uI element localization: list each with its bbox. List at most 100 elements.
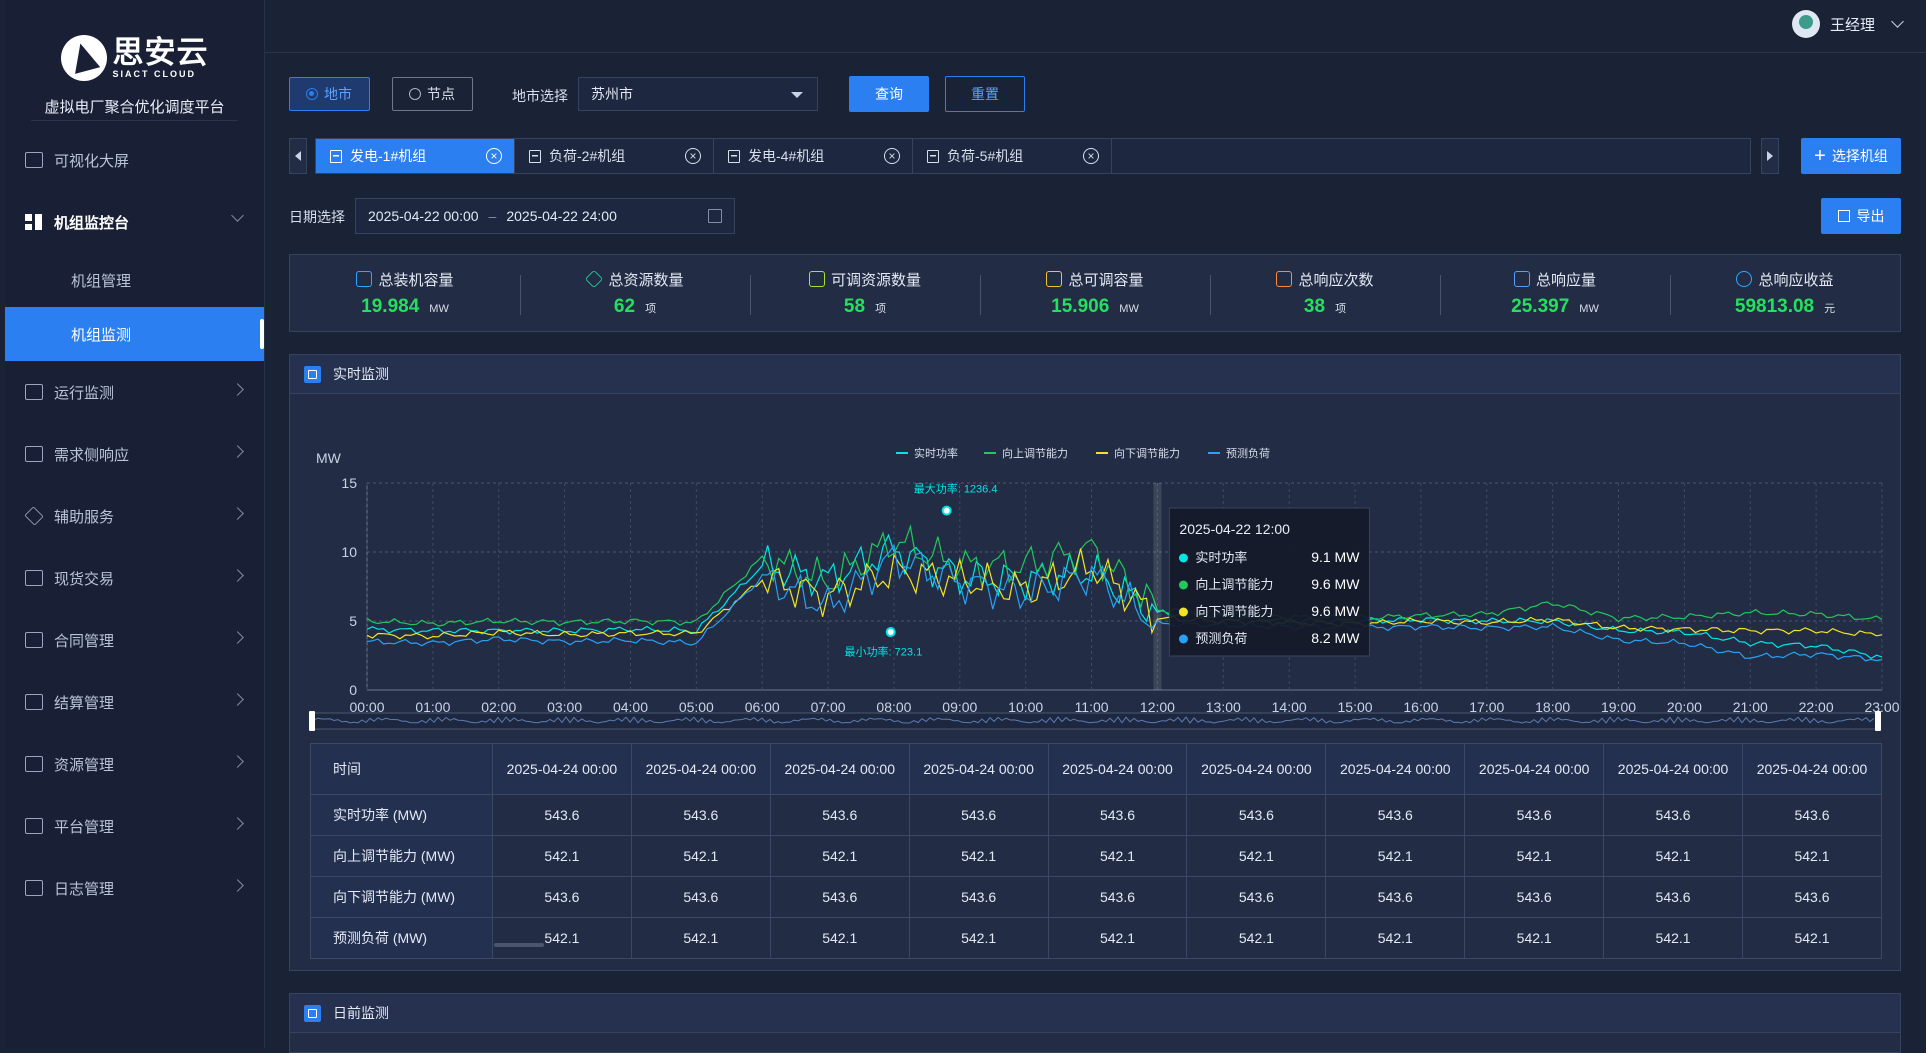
table-cell: 543.6: [630, 794, 771, 836]
close-icon[interactable]: ×: [884, 148, 900, 164]
doc-chart-icon: [25, 446, 43, 462]
sidebar-item-spot-trading[interactable]: 现货交易: [5, 547, 264, 609]
stat-response-count: 总响应次数 38 项: [1210, 255, 1440, 331]
table-cell: 543.6: [1603, 794, 1744, 836]
stat-value: 19.984: [361, 295, 420, 317]
table-cell: 543.6: [1325, 876, 1466, 918]
table-cell: 542.1: [1186, 835, 1327, 877]
legend-label: 向上调节能力: [1002, 446, 1068, 460]
calendar-icon: [1046, 271, 1063, 287]
sidebar-item-operation-monitoring[interactable]: 运行监测: [5, 361, 264, 423]
user-menu[interactable]: 王经理: [1791, 10, 1904, 38]
logo-subtext: SIACT CLOUD: [112, 69, 196, 79]
city-select-value: 苏州市: [591, 86, 633, 102]
stat-unit: 元: [1824, 302, 1836, 315]
y-tick-label: 10: [341, 544, 357, 560]
sidebar-item-dashboard[interactable]: 可视化大屏: [5, 129, 264, 191]
stat-unit: MW: [1119, 302, 1139, 315]
folder-icon: [25, 756, 43, 772]
radio-node-label: 节点: [427, 86, 455, 102]
sidebar-item-ancillary-service[interactable]: 辅助服务: [5, 485, 264, 547]
hover-indicator: [1153, 483, 1162, 690]
stat-unit: MW: [1579, 302, 1599, 315]
select-unit-button[interactable]: + 选择机组: [1801, 138, 1901, 174]
stat-unit: MW: [429, 302, 449, 315]
chevron-right-icon: [231, 445, 244, 458]
sidebar-subitem-unit-management[interactable]: 机组管理: [5, 253, 264, 307]
plus-icon: +: [1814, 145, 1826, 167]
panel-title: 日前监测: [333, 1005, 389, 1021]
sidebar-item-demand-response[interactable]: 需求侧响应: [5, 423, 264, 485]
radio-node[interactable]: 节点: [392, 77, 473, 111]
tooltip-series-value: 9.1 MW: [1311, 549, 1360, 565]
tabs-scroll-right-button[interactable]: [1761, 138, 1779, 174]
sidebar-item-unit-console[interactable]: 机组监控台: [5, 191, 264, 253]
tooltip-series-value: 9.6 MW: [1311, 603, 1360, 619]
tooltip-time: 2025-04-22 12:00: [1179, 521, 1290, 537]
stat-adjustable-resources: 可调资源数量 58 项: [750, 255, 980, 331]
table-header-cell: 2025-04-24 00:00: [1603, 743, 1744, 795]
table-header-cell: 2025-04-24 00:00: [630, 743, 771, 795]
close-icon[interactable]: ×: [486, 148, 502, 164]
close-icon[interactable]: ×: [685, 148, 701, 164]
table-header-cell: 2025-04-24 00:00: [1742, 743, 1882, 795]
table-cell: 542.1: [630, 917, 771, 959]
table-cell: 543.6: [908, 794, 1049, 836]
sidebar-item-platform-management[interactable]: 平台管理: [5, 795, 264, 857]
stat-value: 59813.08: [1734, 295, 1815, 317]
platform-title: 虚拟电厂聚合优化调度平台: [44, 99, 225, 116]
filter-bar: 地市 节点 地市选择 苏州市 查询 重置: [289, 76, 1909, 113]
stat-title: 总响应次数: [1298, 271, 1374, 289]
table-cell: 542.1: [630, 835, 771, 877]
y-axis-label: MW: [316, 450, 342, 466]
inbox-icon: [808, 271, 825, 287]
export-button[interactable]: 导出: [1821, 198, 1901, 234]
table-row: 向下调节能力 (MW) 543.6 543.6 543.6 543.6 543.…: [310, 876, 1882, 918]
radio-city[interactable]: 地市: [289, 77, 370, 111]
screen-chart-icon: [25, 818, 43, 834]
edit-doc-icon: [25, 570, 43, 586]
close-icon[interactable]: ×: [1083, 148, 1099, 164]
server-icon: [728, 149, 740, 163]
radio-city-label: 地市: [324, 86, 352, 102]
monitor-icon: [356, 271, 373, 287]
city-select[interactable]: 苏州市: [578, 77, 818, 111]
monitor-icon: [25, 152, 43, 168]
tab-unit-2[interactable]: 负荷-2#机组 ×: [515, 139, 714, 173]
server-icon: [330, 149, 342, 163]
sidebar-subitem-unit-monitoring[interactable]: 机组监测: [5, 307, 264, 361]
reset-button[interactable]: 重置: [945, 76, 1025, 112]
table-cell: 542.1: [1464, 835, 1605, 877]
date-filter: 日期选择 2025-04-22 00:00 – 2025-04-22 24:00: [289, 198, 1909, 234]
tooltip-series-name: 预测负荷: [1195, 631, 1247, 646]
table-header-cell: 时间: [310, 743, 493, 795]
query-button[interactable]: 查询: [849, 76, 929, 112]
day-ahead-monitor-panel: 日前监测: [289, 993, 1901, 1053]
sidebar-item-contract-management[interactable]: 合同管理: [5, 609, 264, 671]
sidebar-item-resource-management[interactable]: 资源管理: [5, 733, 264, 795]
tabs-scroll-left-button[interactable]: [289, 138, 307, 174]
user-coin-icon: [1736, 271, 1753, 287]
avatar: [1791, 10, 1820, 38]
sidebar-item-label: 机组监控台: [54, 214, 130, 232]
tooltip-dot: [1178, 634, 1188, 644]
chevron-right-icon: [231, 569, 244, 582]
grid-icon: [25, 214, 43, 230]
sidebar-item-settlement-management[interactable]: 结算管理: [5, 671, 264, 733]
sidebar-item-log-management[interactable]: 日志管理: [5, 857, 264, 919]
tab-unit-4[interactable]: 发电-4#机组 ×: [714, 139, 913, 173]
row-label: 向下调节能力 (MW): [310, 876, 493, 918]
stat-value: 62: [613, 295, 636, 317]
tooltip-series-value: 9.6 MW: [1311, 576, 1360, 592]
table-scrollbar[interactable]: [494, 943, 544, 947]
date-range-picker[interactable]: 2025-04-22 00:00 – 2025-04-22 24:00: [355, 198, 735, 234]
date-label: 日期选择: [289, 209, 345, 225]
table-cell: 543.6: [1047, 876, 1188, 918]
sidebar-item-label: 合同管理: [54, 632, 115, 650]
chevron-right-icon: [231, 693, 244, 706]
realtime-chart[interactable]: 051015MW00:00 01:00 02:00 03:00 04:00 05:00 06…: [290, 393, 1900, 738]
legend-label: 向下调节能力: [1114, 446, 1180, 460]
tab-unit-1[interactable]: 发电-1#机组 ×: [316, 139, 515, 173]
tab-unit-5[interactable]: 负荷-5#机组 ×: [913, 139, 1112, 173]
stat-value: 15.906: [1051, 295, 1110, 317]
